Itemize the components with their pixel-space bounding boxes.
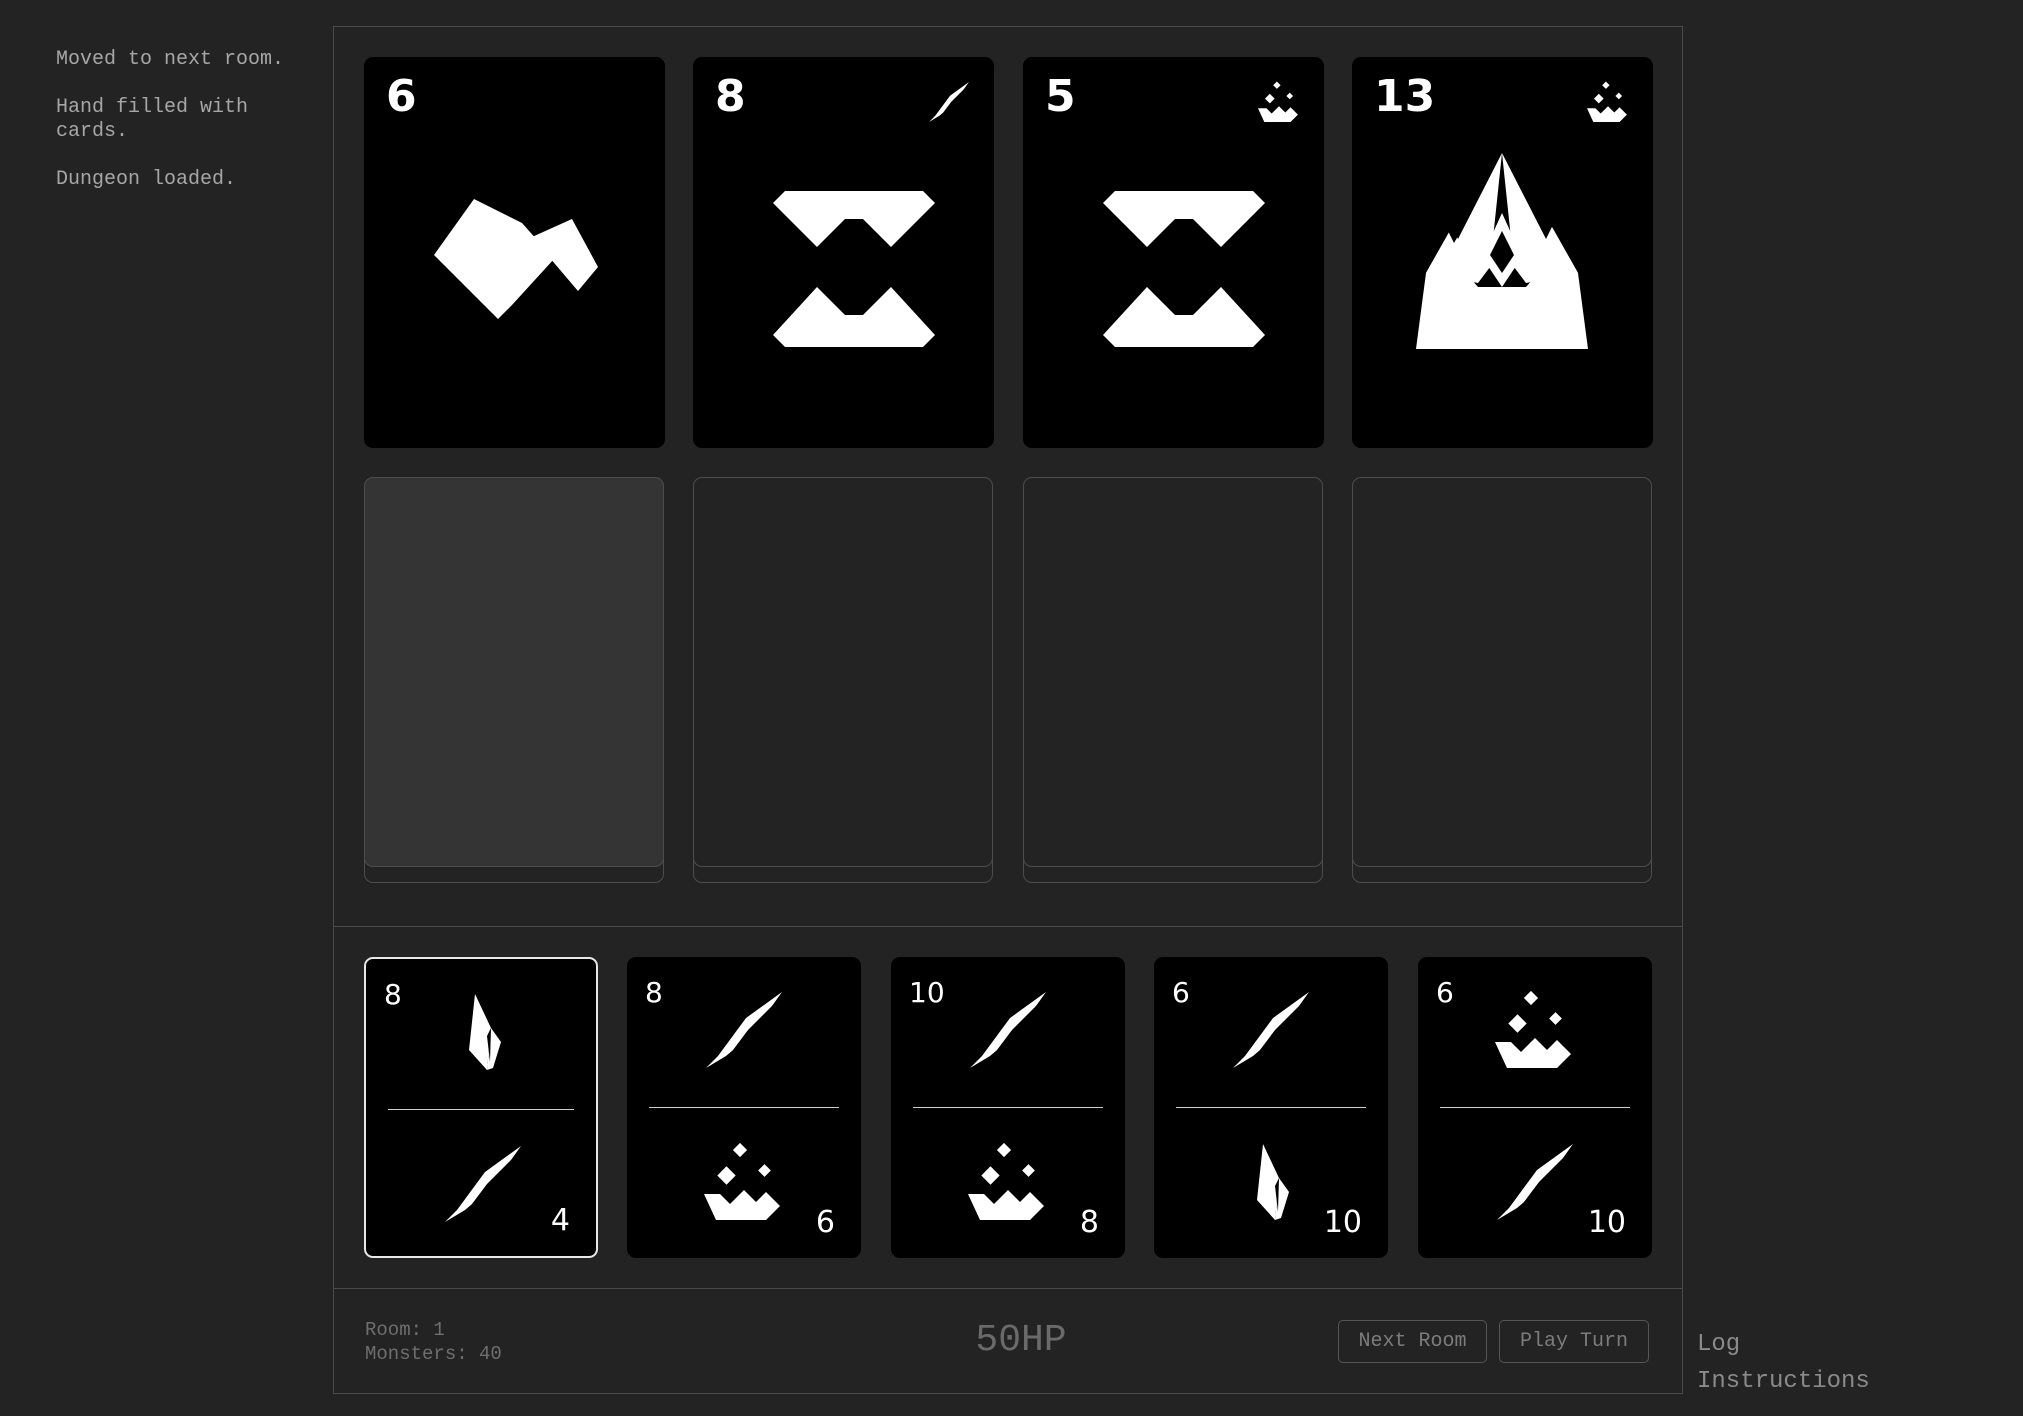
room-card-2[interactable]: 8: [693, 57, 994, 448]
health-display: 50HP: [975, 1319, 1067, 1362]
room-card-1[interactable]: 6: [364, 57, 665, 448]
hand-card-2[interactable]: 8 6: [627, 957, 861, 1258]
card-divider: [388, 1109, 574, 1110]
pyramid-eye-icon: [1392, 135, 1612, 365]
blade-icon: [1231, 987, 1311, 1073]
status-divider: [333, 1288, 1683, 1289]
broken-block-icon: [404, 135, 624, 365]
instructions-link[interactable]: Instructions: [1697, 1368, 1870, 1396]
hand-card-1[interactable]: 8 4: [364, 957, 598, 1258]
potion-icon: [1495, 987, 1575, 1073]
card-top-value: 6: [1436, 976, 1454, 1009]
card-top-value: 8: [645, 976, 663, 1009]
hourglass-icon: [1063, 135, 1283, 365]
room-counter: Room: 1: [365, 1319, 445, 1341]
card-value: 6: [386, 71, 417, 122]
crystal-icon: [1231, 1139, 1311, 1225]
card-top-value: 8: [384, 978, 402, 1011]
play-slot-1[interactable]: [364, 477, 664, 867]
card-bottom-value: 4: [550, 1203, 570, 1238]
potion-icon: [968, 1139, 1048, 1225]
play-slot-2[interactable]: [693, 477, 993, 867]
crystal-icon: [443, 989, 523, 1075]
card-bottom-value: 10: [1587, 1205, 1626, 1240]
card-divider: [913, 1107, 1103, 1108]
card-divider: [1440, 1107, 1630, 1108]
room-card-3[interactable]: 5: [1023, 57, 1324, 448]
log-panel: Moved to next room. Hand filled with car…: [56, 48, 296, 216]
next-room-button[interactable]: Next Room: [1338, 1320, 1487, 1363]
play-slot-4[interactable]: [1352, 477, 1652, 867]
log-entry: Moved to next room.: [56, 48, 285, 71]
hand-card-3[interactable]: 10 8: [891, 957, 1125, 1258]
potion-icon: [1258, 81, 1300, 123]
log-link[interactable]: Log: [1697, 1331, 1740, 1359]
hand-card-4[interactable]: 6 10: [1154, 957, 1388, 1258]
blade-icon: [928, 81, 970, 123]
blade-icon: [443, 1141, 523, 1227]
blade-icon: [704, 987, 784, 1073]
card-divider: [649, 1107, 839, 1108]
card-divider: [1176, 1107, 1366, 1108]
log-entry: Hand filled with cards.: [56, 96, 249, 143]
card-value: 8: [715, 71, 746, 122]
card-bottom-value: 10: [1323, 1205, 1362, 1240]
card-bottom-value: 8: [1079, 1205, 1099, 1240]
hand-card-5[interactable]: 6 10: [1418, 957, 1652, 1258]
play-turn-button[interactable]: Play Turn: [1499, 1320, 1649, 1363]
card-top-value: 6: [1172, 976, 1190, 1009]
monster-counter: Monsters: 40: [365, 1343, 502, 1365]
card-value: 5: [1045, 71, 1076, 122]
hand-divider: [333, 926, 1683, 927]
status-info: Room: 1 Monsters: 40: [365, 1318, 502, 1366]
log-entry: Dungeon loaded.: [56, 168, 237, 191]
card-top-value: 10: [909, 976, 945, 1009]
card-value: 13: [1374, 71, 1436, 122]
card-bottom-value: 6: [815, 1205, 835, 1240]
potion-icon: [1587, 81, 1629, 123]
potion-icon: [704, 1139, 784, 1225]
blade-icon: [1495, 1139, 1575, 1225]
hourglass-icon: [733, 135, 953, 365]
room-card-4[interactable]: 13: [1352, 57, 1653, 448]
play-slot-3[interactable]: [1023, 477, 1323, 867]
blade-icon: [968, 987, 1048, 1073]
